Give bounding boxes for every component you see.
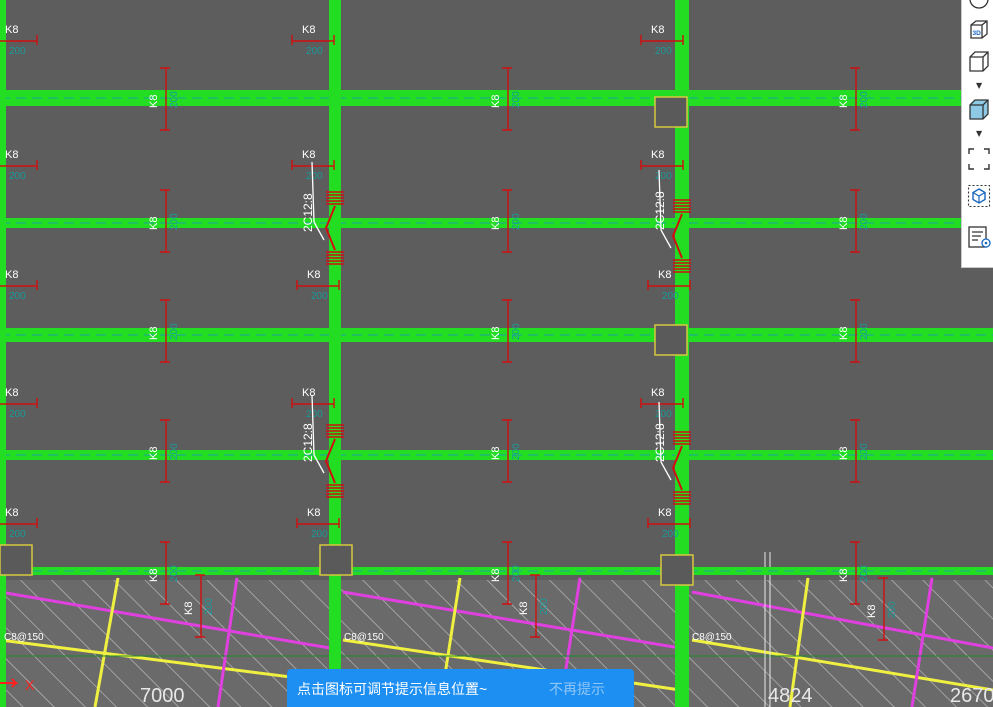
spacing-label: 200 xyxy=(306,46,323,57)
dropdown-arrow-icon-2[interactable]: ▼ xyxy=(976,130,982,138)
stirrup-label: K8 xyxy=(651,24,664,36)
stirrup-label: K8 xyxy=(5,24,18,36)
spacing-label: 200 xyxy=(655,46,672,57)
view-cube-icon[interactable] xyxy=(966,0,992,12)
spacing-label: 200 xyxy=(9,46,26,57)
stirrup-label: K8 xyxy=(490,217,502,230)
stirrup-label: K8 xyxy=(490,447,502,460)
spacing-label: 200 xyxy=(169,323,180,340)
slab-rebar-label: C8@150 xyxy=(344,632,384,643)
stirrup-label: K8 xyxy=(838,569,850,582)
spacing-label: 200 xyxy=(9,171,26,182)
stirrup-label: K8 xyxy=(838,447,850,460)
hint-message: 点击图标可调节提示信息位置~ xyxy=(297,681,488,697)
vertical-beam xyxy=(329,0,341,707)
solid-box-icon[interactable] xyxy=(966,97,992,123)
stirrup-label: K8 xyxy=(490,327,502,340)
spacing-label: 200 xyxy=(662,291,679,302)
stirrup-label: K8 xyxy=(5,269,18,281)
stirrup-label: K8 xyxy=(148,569,160,582)
spacing-label: 200 xyxy=(511,443,522,460)
dropdown-arrow-icon[interactable]: ▼ xyxy=(976,82,982,90)
slab-rebar-label: C8@150 xyxy=(692,632,732,643)
dimension-7000: 7000 xyxy=(140,685,185,707)
stirrup-label: K8 xyxy=(658,269,671,281)
stirrup-label: K8 xyxy=(148,327,160,340)
spacing-label: 200 xyxy=(511,565,522,582)
stirrup-label: K8 xyxy=(307,507,320,519)
spacing-label: 200 xyxy=(204,598,215,615)
spacing-label: 200 xyxy=(169,443,180,460)
spacing-label: 200 xyxy=(655,171,672,182)
stirrup-label: K8 xyxy=(838,217,850,230)
spacing-label: 200 xyxy=(306,409,323,420)
stirrup-label: K8 xyxy=(148,217,160,230)
stirrup-label: K8 xyxy=(5,507,18,519)
stirrup-label: K8 xyxy=(307,269,320,281)
spacing-label: 200 xyxy=(859,213,870,230)
spacing-label: 200 xyxy=(662,529,679,540)
rebar-note-4: 2C12:8 xyxy=(653,423,667,462)
stirrup-label: K8 xyxy=(866,605,878,618)
dimension-2670: 2670 xyxy=(950,685,993,707)
selection-frame-icon[interactable] xyxy=(966,146,992,172)
axis-x-label: X xyxy=(25,677,35,693)
stirrup-label: K8 xyxy=(658,507,671,519)
stirrup-label: K8 xyxy=(518,602,530,615)
column xyxy=(654,324,688,356)
stirrup-label: K8 xyxy=(838,95,850,108)
spacing-label: 200 xyxy=(511,323,522,340)
stirrup-label: K8 xyxy=(490,569,502,582)
spacing-label: 200 xyxy=(169,91,180,108)
spacing-label: 200 xyxy=(655,409,672,420)
spacing-label: 200 xyxy=(511,213,522,230)
stirrup-label: K8 xyxy=(302,24,315,36)
drawing-canvas[interactable]: K8 200 K8 200 K8 200 K8 200 K8 200 K8 200 K8 200 K8 200… xyxy=(0,0,993,707)
dimension-4824: 4824 xyxy=(768,685,813,707)
column xyxy=(0,544,33,576)
spacing-label: 200 xyxy=(311,291,328,302)
spacing-label: 200 xyxy=(539,598,550,615)
svg-text:3D: 3D xyxy=(973,30,982,37)
spacing-label: 200 xyxy=(306,171,323,182)
spacing-label: 200 xyxy=(9,529,26,540)
spacing-label: 200 xyxy=(887,601,898,618)
stirrup-label: K8 xyxy=(302,387,315,399)
vertical-beam xyxy=(0,0,6,707)
hint-bar[interactable]: 点击图标可调节提示信息位置~ 不再提示 xyxy=(287,669,634,707)
spacing-label: 200 xyxy=(859,565,870,582)
properties-list-icon[interactable] xyxy=(966,224,992,250)
rebar-note-1: 2C12:8 xyxy=(301,193,315,232)
spacing-label: 200 xyxy=(9,409,26,420)
stirrup-label: K8 xyxy=(302,149,315,161)
spacing-label: 200 xyxy=(859,443,870,460)
spacing-label: 200 xyxy=(511,91,522,108)
box-view-icon[interactable] xyxy=(966,49,992,75)
stirrup-label: K8 xyxy=(490,95,502,108)
column xyxy=(319,544,353,576)
spacing-label: 200 xyxy=(859,91,870,108)
rebar-note-2: 2C12:8 xyxy=(653,191,667,230)
stirrup-label: K8 xyxy=(5,149,18,161)
column xyxy=(654,96,688,128)
column xyxy=(660,554,694,586)
slab-rebar-label: C8@150 xyxy=(4,632,44,643)
3d-view-icon[interactable]: 3D xyxy=(966,17,992,43)
stirrup-label: K8 xyxy=(651,387,664,399)
stirrup-label: K8 xyxy=(651,149,664,161)
dismiss-hint-link[interactable]: 不再提示 xyxy=(549,679,605,699)
spacing-label: 200 xyxy=(169,565,180,582)
spacing-label: 200 xyxy=(169,213,180,230)
stirrup-label: K8 xyxy=(148,447,160,460)
component-select-icon[interactable] xyxy=(966,183,992,209)
stirrup-label: K8 xyxy=(183,602,195,615)
spacing-label: 200 xyxy=(9,291,26,302)
spacing-label: 200 xyxy=(311,529,328,540)
stirrup-label: K8 xyxy=(5,387,18,399)
rebar-note-3: 2C12:8 xyxy=(301,423,315,462)
stirrup-label: K8 xyxy=(838,327,850,340)
spacing-label: 200 xyxy=(859,323,870,340)
view-toolbar: 3D ▼ ▼ xyxy=(961,0,993,268)
stirrup-label: K8 xyxy=(148,95,160,108)
